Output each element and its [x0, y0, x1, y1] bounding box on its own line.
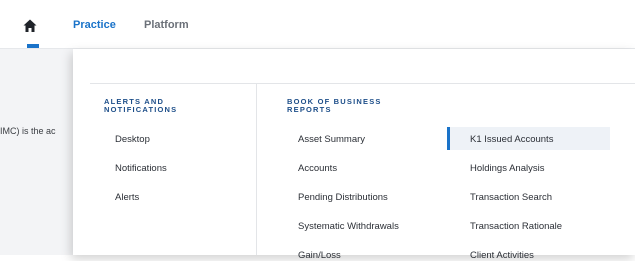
menu-item-systematic-withdrawals[interactable]: Systematic Withdrawals — [298, 221, 399, 232]
menu-item-desktop[interactable]: Desktop — [115, 134, 150, 145]
top-navigation-bar: Practice Platform — [0, 0, 635, 49]
menu-item-notifications[interactable]: Notifications — [115, 163, 167, 174]
menu-item-gain-loss[interactable]: Gain/Loss — [298, 250, 341, 261]
tab-platform[interactable]: Platform — [144, 19, 189, 31]
menu-item-alerts[interactable]: Alerts — [115, 192, 139, 203]
heading-line: REPORTS — [287, 105, 332, 114]
tab-practice[interactable]: Practice — [73, 19, 116, 31]
book-of-business-reports-heading: BOOK OF BUSINESS REPORTS — [287, 98, 382, 114]
menu-item-pending-distributions[interactable]: Pending Distributions — [298, 192, 388, 203]
practice-mega-menu: ALERTS AND NOTIFICATIONS Desktop Notific… — [73, 49, 635, 261]
alerts-notifications-heading: ALERTS AND NOTIFICATIONS — [104, 98, 177, 114]
menu-item-transaction-rationale[interactable]: Transaction Rationale — [470, 221, 562, 232]
page-body-text: IMC) is the ac — [0, 126, 56, 136]
menu-item-holdings-analysis[interactable]: Holdings Analysis — [470, 163, 544, 174]
home-icon[interactable] — [22, 18, 38, 34]
menu-item-accounts[interactable]: Accounts — [298, 163, 337, 174]
menu-item-asset-summary[interactable]: Asset Summary — [298, 134, 365, 145]
menu-item-client-activities[interactable]: Client Activities — [470, 250, 534, 261]
home-active-indicator — [27, 44, 39, 48]
menu-item-k1-issued-accounts[interactable]: K1 Issued Accounts — [470, 134, 553, 145]
column-divider — [256, 83, 257, 255]
heading-line: NOTIFICATIONS — [104, 105, 178, 114]
menu-item-transaction-search[interactable]: Transaction Search — [470, 192, 552, 203]
